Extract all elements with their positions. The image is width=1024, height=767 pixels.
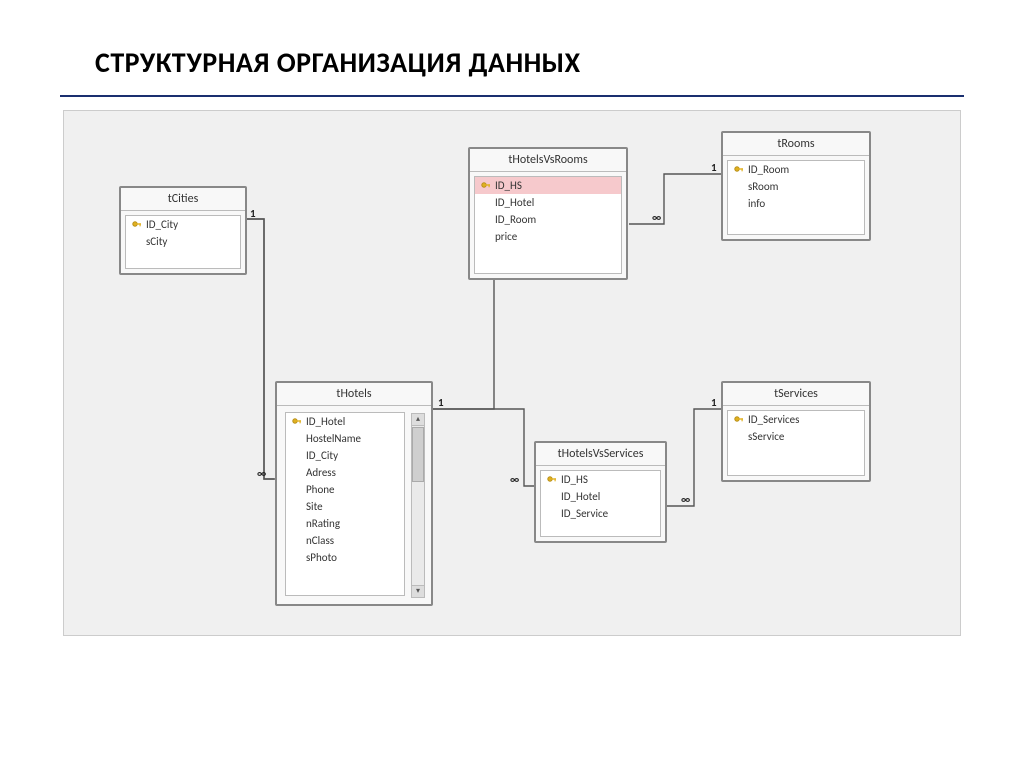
field-row[interactable]: ID_City bbox=[286, 447, 404, 464]
table-tServices[interactable]: tServices ID_Services sService bbox=[721, 381, 871, 482]
table-header: tHotelsVsServices bbox=[536, 443, 665, 466]
field-list: ID_HS ID_Hotel ID_Service bbox=[540, 470, 661, 537]
field-row[interactable]: nClass bbox=[286, 532, 404, 549]
field-row[interactable]: nRating bbox=[286, 515, 404, 532]
key-icon bbox=[130, 218, 144, 231]
field-row[interactable]: ID_Hotel bbox=[541, 488, 660, 505]
field-name: HostelName bbox=[304, 432, 361, 445]
field-row[interactable]: sCity bbox=[126, 233, 240, 250]
scroll-down-button[interactable]: ▾ bbox=[412, 585, 424, 597]
field-name: ID_Services bbox=[746, 413, 799, 426]
cardinality-inf: ∞ bbox=[257, 467, 266, 480]
field-name: ID_Hotel bbox=[559, 490, 600, 503]
field-name: Site bbox=[304, 500, 323, 513]
field-name: sService bbox=[746, 430, 784, 443]
field-row[interactable]: HostelName bbox=[286, 430, 404, 447]
table-tHotelsVsServices[interactable]: tHotelsVsServices ID_HS ID_Hotel ID_Serv… bbox=[534, 441, 667, 543]
field-list: ID_Room sRoom info bbox=[727, 160, 865, 235]
scroll-up-button[interactable]: ▴ bbox=[412, 414, 424, 426]
field-row[interactable]: sPhoto bbox=[286, 549, 404, 566]
field-list: ID_City sCity bbox=[125, 215, 241, 269]
field-name: ID_Hotel bbox=[304, 415, 345, 428]
field-row[interactable]: Site bbox=[286, 498, 404, 515]
field-name: ID_Hotel bbox=[493, 196, 534, 209]
field-name: ID_HS bbox=[559, 473, 588, 486]
field-row[interactable]: ID_Service bbox=[541, 505, 660, 522]
field-list: ID_HS ID_Hotel ID_Room price bbox=[474, 176, 622, 274]
scroll-thumb[interactable] bbox=[412, 427, 424, 482]
field-name: ID_City bbox=[304, 449, 338, 462]
table-header: tServices bbox=[723, 383, 869, 406]
table-tHotels[interactable]: tHotels ID_Hotel HostelName ID_City Adre… bbox=[275, 381, 433, 606]
field-list: ID_Services sService bbox=[727, 410, 865, 476]
table-header: tRooms bbox=[723, 133, 869, 156]
field-name: sRoom bbox=[746, 180, 778, 193]
key-icon bbox=[479, 179, 493, 192]
key-icon bbox=[732, 163, 746, 176]
title-underline bbox=[60, 95, 964, 97]
field-row[interactable]: ID_HS bbox=[541, 471, 660, 488]
field-row[interactable]: ID_Hotel bbox=[475, 194, 621, 211]
table-tCities[interactable]: tCities ID_City sCity bbox=[119, 186, 247, 275]
field-name: ID_HS bbox=[493, 179, 522, 192]
field-name: ID_Service bbox=[559, 507, 608, 520]
field-name: nRating bbox=[304, 517, 340, 530]
key-icon bbox=[732, 413, 746, 426]
field-name: nClass bbox=[304, 534, 334, 547]
field-name: info bbox=[746, 197, 765, 210]
field-row[interactable]: ID_Room bbox=[728, 161, 864, 178]
field-row[interactable]: ID_Hotel bbox=[286, 413, 404, 430]
cardinality-inf: ∞ bbox=[652, 211, 661, 224]
field-name: ID_Room bbox=[493, 213, 536, 226]
table-header: tCities bbox=[121, 188, 245, 211]
field-row[interactable]: Phone bbox=[286, 481, 404, 498]
field-name: ID_Room bbox=[746, 163, 789, 176]
erd-canvas: 1 ∞ 1 ∞ 1 ∞ ∞ 1 1 ∞ tCities ID_City sCit… bbox=[63, 110, 961, 636]
cardinality-one: 1 bbox=[711, 396, 717, 409]
scrollbar[interactable]: ▴ ▾ bbox=[411, 413, 425, 598]
field-row[interactable]: ID_Services bbox=[728, 411, 864, 428]
field-list: ID_Hotel HostelName ID_City Adress Phone… bbox=[285, 412, 405, 596]
table-header: tHotelsVsRooms bbox=[470, 149, 626, 172]
field-name: sCity bbox=[144, 235, 167, 248]
field-row[interactable]: ID_HS bbox=[475, 177, 621, 194]
table-tHotelsVsRooms[interactable]: tHotelsVsRooms ID_HS ID_Hotel ID_Room pr… bbox=[468, 147, 628, 280]
cardinality-one: 1 bbox=[250, 207, 256, 220]
field-row[interactable]: sService bbox=[728, 428, 864, 445]
field-name: sPhoto bbox=[304, 551, 337, 564]
cardinality-inf: ∞ bbox=[510, 473, 519, 486]
key-icon bbox=[290, 415, 304, 428]
table-tRooms[interactable]: tRooms ID_Room sRoom info bbox=[721, 131, 871, 241]
slide-title: СТРУКТУРНАЯ ОРГАНИЗАЦИЯ ДАННЫХ bbox=[0, 0, 1024, 95]
field-row[interactable]: price bbox=[475, 228, 621, 245]
field-name: Adress bbox=[304, 466, 336, 479]
field-row[interactable]: sRoom bbox=[728, 178, 864, 195]
cardinality-inf: ∞ bbox=[681, 493, 690, 506]
field-name: ID_City bbox=[144, 218, 178, 231]
field-row[interactable]: ID_Room bbox=[475, 211, 621, 228]
field-row[interactable]: info bbox=[728, 195, 864, 212]
field-row[interactable]: Adress bbox=[286, 464, 404, 481]
cardinality-one: 1 bbox=[438, 396, 444, 409]
field-name: price bbox=[493, 230, 517, 243]
cardinality-one: 1 bbox=[711, 161, 717, 174]
field-name: Phone bbox=[304, 483, 335, 496]
field-row[interactable]: ID_City bbox=[126, 216, 240, 233]
key-icon bbox=[545, 473, 559, 486]
table-header: tHotels bbox=[277, 383, 431, 406]
